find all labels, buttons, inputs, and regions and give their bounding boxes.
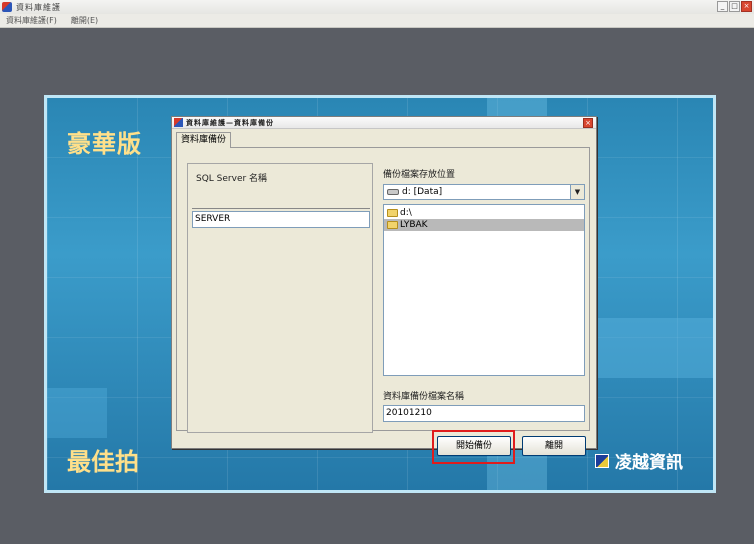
- start-backup-button[interactable]: 開始備份: [437, 436, 511, 456]
- app-titlebar: 資料庫維護 _ □ ×: [0, 0, 754, 14]
- menu-item-exit[interactable]: 離開(E): [71, 15, 98, 26]
- server-panel: SQL Server 名稱 SERVER: [187, 163, 373, 433]
- backup-location-label: 備份檔案存放位置: [383, 170, 456, 180]
- backup-filename-label: 資料庫備份檔案名稱: [383, 392, 465, 402]
- dialog-titlebar: 資料庫維護—資料庫備份 ×: [172, 117, 596, 129]
- app-icon: [2, 2, 12, 12]
- folder-label: LYBAK: [400, 220, 428, 230]
- menu-item-maintenance[interactable]: 資料庫維護(F): [6, 15, 57, 26]
- splash-slogan: 最佳拍: [67, 448, 139, 476]
- brand-mark-icon: [595, 453, 609, 468]
- drive-value: d: [Data]: [402, 187, 443, 197]
- divider: [192, 208, 370, 209]
- tab-database-backup[interactable]: 資料庫備份: [176, 132, 232, 148]
- folder-item[interactable]: d:\: [384, 207, 584, 219]
- folder-open-icon: [387, 221, 398, 229]
- brand-logo: 凌越資訊: [595, 448, 683, 473]
- drive-icon: [387, 189, 399, 195]
- tab-page: SQL Server 名稱 SERVER 備份檔案存放位置 d: [Data] …: [176, 147, 590, 433]
- backup-filename-field[interactable]: 20101210: [383, 405, 585, 422]
- folder-item-selected[interactable]: LYBAK: [384, 219, 584, 231]
- backup-dialog: 資料庫維護—資料庫備份 × 資料庫備份 SQL Server 名稱 SERVER…: [171, 116, 597, 456]
- server-label: SQL Server 名稱: [196, 174, 268, 184]
- folder-label: d:\: [400, 208, 412, 218]
- dialog-title: 資料庫維護—資料庫備份: [186, 118, 274, 127]
- dialog-app-icon: [174, 118, 183, 127]
- splash-decoration: [597, 318, 713, 378]
- dialog-close-button[interactable]: ×: [583, 118, 593, 128]
- maximize-button[interactable]: □: [729, 1, 740, 12]
- splash-title: 豪華版: [67, 130, 142, 158]
- folder-open-icon: [387, 209, 398, 217]
- menu-bar: 資料庫維護(F) 離開(E): [0, 14, 754, 28]
- close-window-button[interactable]: ×: [741, 1, 752, 12]
- app-title: 資料庫維護: [16, 2, 61, 12]
- window-controls: _ □ ×: [717, 1, 752, 12]
- folder-list[interactable]: d:\ LYBAK: [383, 204, 585, 376]
- chevron-down-icon[interactable]: ▼: [570, 185, 584, 199]
- minimize-button[interactable]: _: [717, 1, 728, 12]
- splash-decoration: [47, 388, 107, 438]
- server-name-field[interactable]: SERVER: [192, 211, 370, 228]
- brand-name: 凌越資訊: [615, 453, 683, 473]
- exit-button[interactable]: 離開: [522, 436, 586, 456]
- drive-select[interactable]: d: [Data] ▼: [383, 184, 585, 200]
